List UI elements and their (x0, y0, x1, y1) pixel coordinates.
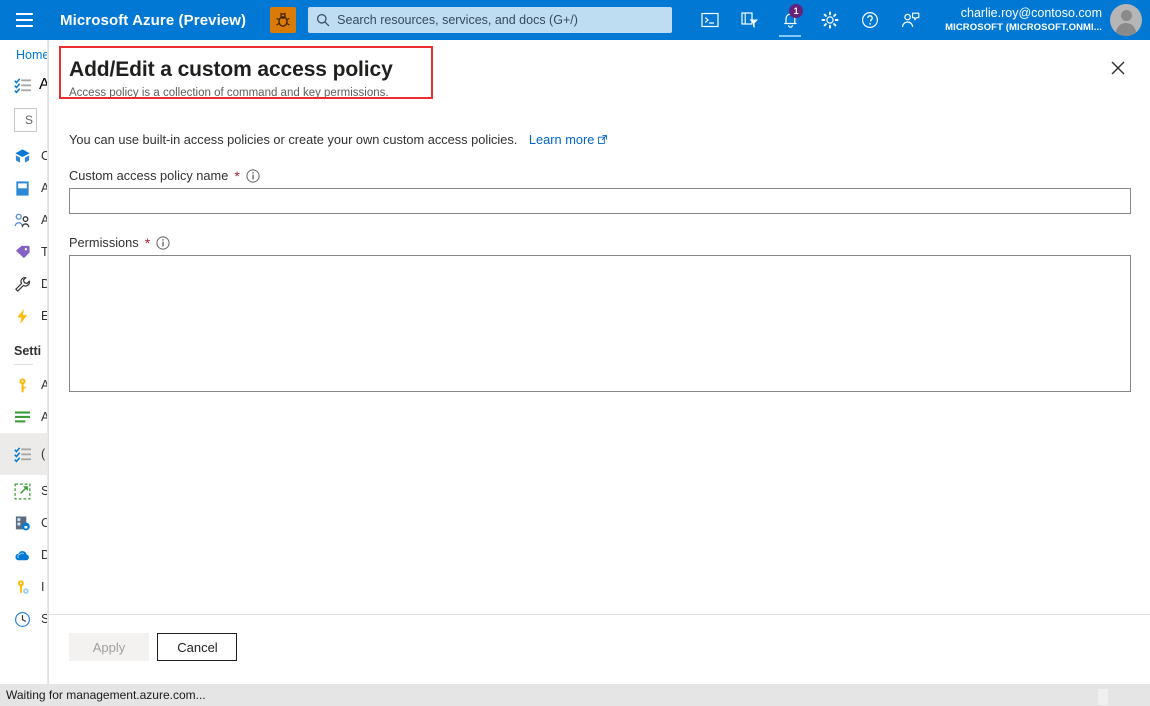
close-icon[interactable] (1102, 52, 1134, 84)
learn-more-link[interactable]: Learn more (528, 132, 608, 147)
access-policies-checklist-icon (14, 446, 31, 463)
sidebar-item-label: I (41, 580, 45, 594)
top-icon-group: 1 (690, 0, 930, 40)
key-icon (19, 377, 26, 392)
scrollbar-thumb[interactable] (1098, 689, 1108, 705)
user-avatar-icon[interactable] (1110, 4, 1142, 36)
connection-server-icon (15, 516, 30, 530)
sidebar-resource-title: A (0, 62, 47, 104)
sidebar-item-identity[interactable]: I (0, 571, 47, 603)
top-navigation-bar: Microsoft Azure (Preview) Search resourc… (0, 0, 1150, 40)
policy-name-label-row: Custom access policy name * (69, 168, 1130, 183)
sidebar-item-label: ( C (41, 447, 47, 461)
sidebar-item-label: A (41, 378, 47, 392)
sidebar-divider (14, 364, 33, 365)
blade-header: Add/Edit a custom access policy Access p… (49, 40, 1150, 114)
intro-text: You can use built-in access policies or … (69, 132, 518, 147)
status-text: Waiting for management.azure.com... (6, 688, 206, 702)
info-circle-icon[interactable] (156, 235, 170, 250)
sidebar-item-advanced-settings[interactable]: A (0, 401, 47, 433)
browser-status-bar: Waiting for management.azure.com... (0, 684, 1150, 706)
cancel-button[interactable]: Cancel (157, 633, 238, 661)
access-control-users-icon (14, 213, 30, 227)
blade-footer: Apply Cancel (49, 614, 1150, 680)
schedule-clock-icon (14, 611, 31, 627)
sidebar-item-data[interactable]: D (0, 539, 47, 571)
page-title: Add/Edit a custom access policy (69, 58, 393, 81)
sidebar-group-settings: Setti (14, 344, 42, 358)
bug-icon[interactable] (270, 7, 297, 33)
sidebar-item-tags[interactable]: T (0, 236, 47, 268)
sidebar-item-activity-log[interactable]: A (0, 172, 47, 204)
search-icon (317, 14, 330, 27)
blade-body: You can use built-in access policies or … (49, 114, 1150, 397)
custom-access-policy-name-input[interactable] (69, 188, 1131, 214)
notifications-bell-icon[interactable]: 1 (770, 0, 810, 40)
intro-paragraph: You can use built-in access policies or … (69, 114, 1130, 147)
gear-icon[interactable] (810, 0, 850, 40)
sidebar-item-access-policies[interactable]: ( C (0, 433, 47, 475)
sidebar-item-label: A (41, 410, 47, 424)
notification-badge-count: 1 (789, 4, 804, 18)
page-subtitle: Access policy is a collection of command… (69, 87, 389, 99)
overview-cube-icon (15, 148, 30, 163)
help-question-icon[interactable] (850, 0, 890, 40)
add-edit-access-policy-blade: Add/Edit a custom access policy Access p… (48, 40, 1150, 706)
sidebar-item-label: S (41, 612, 47, 626)
info-circle-icon[interactable] (246, 168, 260, 183)
identity-key-icon (17, 579, 29, 594)
sidebar-item-events[interactable]: E (0, 300, 47, 332)
directories-filter-icon[interactable] (730, 0, 770, 40)
checklist-icon (14, 77, 31, 94)
diagnose-wrench-icon (15, 276, 30, 292)
sidebar-item-diagnose[interactable]: D (0, 268, 47, 300)
sidebar-item-overview[interactable]: O (0, 140, 47, 172)
activity-log-icon (16, 180, 29, 196)
external-link-icon (598, 135, 608, 144)
sidebar-title-label: A (39, 76, 47, 94)
account-menu[interactable]: charlie.roy@contoso.com MICROSOFT (MICRO… (945, 0, 1150, 40)
events-bolt-icon (17, 308, 28, 324)
advanced-settings-icon (14, 410, 31, 422)
sidebar-item-label: D (41, 277, 47, 291)
search-input[interactable] (337, 13, 665, 27)
account-email: charlie.roy@contoso.com (960, 6, 1102, 20)
sidebar-item-connections[interactable]: C (0, 507, 47, 539)
account-text: charlie.roy@contoso.com MICROSOFT (MICRO… (945, 6, 1102, 34)
required-marker: * (234, 167, 240, 184)
sidebar-item-export-template[interactable]: S (0, 475, 47, 507)
sidebar-item-keys[interactable]: A (0, 369, 47, 401)
breadcrumb[interactable]: Home (0, 40, 47, 62)
azure-brand-title[interactable]: Microsoft Azure (Preview) (60, 12, 246, 29)
sidebar-item-schedule[interactable]: S (0, 603, 47, 635)
sidebar-item-label: C (41, 516, 47, 530)
sidebar-item-label: A (41, 181, 47, 195)
learn-more-label: Learn more (528, 132, 595, 147)
tags-icon (15, 245, 30, 258)
sidebar-item-label: S (41, 484, 47, 498)
cloud-shell-icon[interactable] (690, 0, 730, 40)
sidebar-item-label: O (41, 149, 47, 163)
feedback-icon[interactable] (890, 0, 930, 40)
sidebar-item-label: D (41, 548, 47, 562)
apply-button[interactable]: Apply (69, 633, 149, 661)
permissions-label: Permissions (69, 235, 139, 250)
hamburger-menu-icon[interactable] (0, 0, 48, 40)
sidebar-item-label: T (41, 245, 48, 259)
permissions-textarea[interactable] (69, 255, 1131, 392)
sidebar-item-access-control[interactable]: A (0, 204, 47, 236)
permissions-label-row: Permissions * (69, 235, 1130, 250)
policy-name-label: Custom access policy name (69, 168, 229, 183)
sidebar-search-placeholder: S (25, 113, 34, 127)
sidebar-search-input[interactable]: S (14, 108, 37, 132)
data-cloud-icon (15, 550, 29, 560)
sidebar-item-label: E (41, 309, 47, 323)
export-template-icon (14, 483, 31, 499)
resource-left-sidebar: Home A S O A (0, 40, 48, 706)
global-search-box[interactable] (308, 7, 673, 33)
account-tenant: MICROSOFT (MICROSOFT.ONMI... (945, 22, 1102, 33)
required-marker: * (144, 234, 151, 251)
sidebar-item-label: A (41, 213, 47, 227)
